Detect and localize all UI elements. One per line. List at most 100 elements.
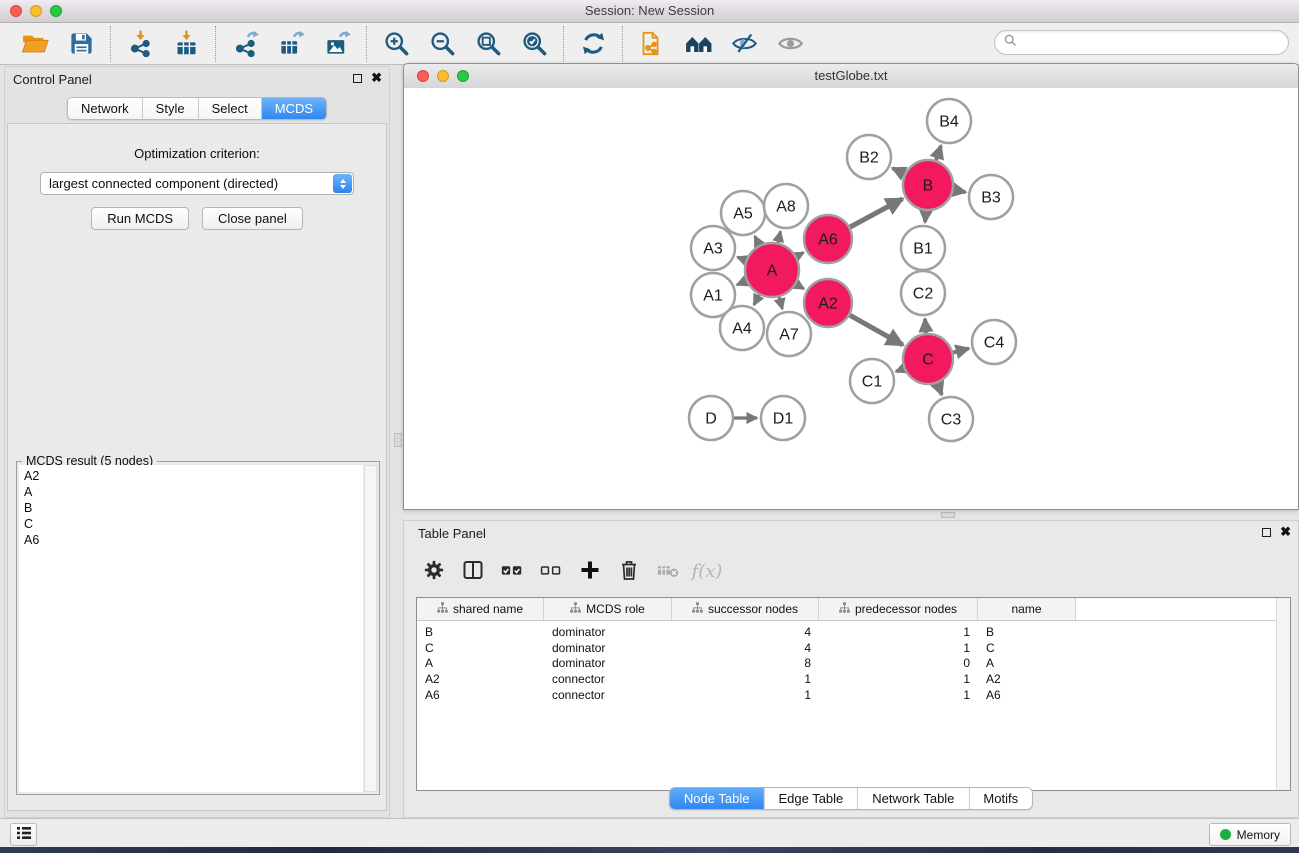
tab-node-table[interactable]: Node Table bbox=[670, 788, 764, 809]
open-folder-button[interactable] bbox=[15, 26, 55, 62]
optimization-criterion-select[interactable]: largest connected component (directed) bbox=[40, 172, 354, 195]
zoom-in-button[interactable] bbox=[376, 26, 416, 62]
graph-edge-A-A7[interactable] bbox=[779, 297, 782, 309]
float-panel-icon[interactable] bbox=[353, 74, 362, 83]
table-cell[interactable]: B bbox=[417, 625, 544, 639]
graph-edge-C-C4[interactable] bbox=[953, 348, 969, 352]
tab-network-table[interactable]: Network Table bbox=[857, 788, 968, 809]
graph-node-C1[interactable]: C1 bbox=[850, 359, 894, 403]
table-cell[interactable]: A bbox=[417, 656, 544, 670]
split-columns-button[interactable] bbox=[455, 554, 491, 588]
table-cell[interactable]: A6 bbox=[417, 688, 544, 702]
tab-motifs[interactable]: Motifs bbox=[968, 788, 1032, 809]
graph-node-A5[interactable]: A5 bbox=[721, 191, 765, 235]
graph-node-C4[interactable]: C4 bbox=[972, 320, 1016, 364]
net-close-button[interactable] bbox=[417, 70, 429, 82]
horizontal-splitter-handle[interactable] bbox=[941, 512, 955, 518]
close-panel-icon[interactable]: ✖ bbox=[371, 73, 382, 83]
table-close-panel-icon[interactable]: ✖ bbox=[1280, 527, 1291, 537]
zoom-button[interactable] bbox=[50, 5, 62, 17]
import-network-button[interactable] bbox=[120, 26, 160, 62]
column-header-shared-name[interactable]: shared name bbox=[417, 598, 544, 620]
tab-select[interactable]: Select bbox=[198, 98, 261, 119]
graph-node-A[interactable]: A bbox=[745, 243, 799, 297]
graph-edge-A2-C[interactable] bbox=[850, 315, 903, 345]
table-cell[interactable]: 1 bbox=[819, 641, 978, 655]
table-float-panel-icon[interactable] bbox=[1262, 528, 1271, 537]
zoom-fit-button[interactable] bbox=[468, 26, 508, 62]
table-cell[interactable]: B bbox=[978, 625, 1076, 639]
add-button[interactable] bbox=[572, 554, 608, 588]
task-history-button[interactable] bbox=[10, 823, 37, 846]
table-cell[interactable]: 1 bbox=[672, 672, 819, 686]
table-cell[interactable]: connector bbox=[544, 672, 672, 686]
table-cell[interactable]: C bbox=[978, 641, 1076, 655]
table-scrollbar[interactable] bbox=[1276, 598, 1290, 790]
table-cell[interactable]: dominator bbox=[544, 625, 672, 639]
graph-node-D1[interactable]: D1 bbox=[761, 396, 805, 440]
import-table-button[interactable] bbox=[166, 26, 206, 62]
graph-edge-C-C1[interactable] bbox=[896, 369, 904, 372]
table-cell[interactable]: connector bbox=[544, 688, 672, 702]
graph-edge-A-A8[interactable] bbox=[778, 231, 780, 242]
deselect-all-button[interactable] bbox=[533, 554, 569, 588]
graph-edge-C-C2[interactable] bbox=[925, 319, 926, 333]
zoom-selected-button[interactable] bbox=[514, 26, 554, 62]
select-all-button[interactable] bbox=[494, 554, 530, 588]
trash-button[interactable] bbox=[611, 554, 647, 588]
run-mcds-button[interactable]: Run MCDS bbox=[91, 207, 189, 230]
result-list-item[interactable]: B bbox=[19, 500, 363, 516]
doc-network-button[interactable] bbox=[632, 26, 672, 62]
table-cell[interactable]: dominator bbox=[544, 641, 672, 655]
result-list-item[interactable]: A6 bbox=[19, 532, 363, 548]
graph-node-B4[interactable]: B4 bbox=[927, 99, 971, 143]
tab-mcds[interactable]: MCDS bbox=[261, 98, 326, 119]
close-button[interactable] bbox=[10, 5, 22, 17]
column-header-successor-nodes[interactable]: successor nodes bbox=[672, 598, 819, 620]
close-panel-button[interactable]: Close panel bbox=[202, 207, 303, 230]
refresh-button[interactable] bbox=[573, 26, 613, 62]
network-canvas[interactable]: AA6A2BCA1A3A4A5A7A8B1B2B3B4C1C2C3C4DD1 bbox=[404, 88, 1298, 509]
graph-node-B[interactable]: B bbox=[903, 160, 953, 210]
graph-node-A8[interactable]: A8 bbox=[764, 184, 808, 228]
graph-edge-A-A1[interactable] bbox=[737, 281, 746, 285]
tab-edge-table[interactable]: Edge Table bbox=[763, 788, 857, 809]
table-cell[interactable]: C bbox=[417, 641, 544, 655]
result-list-item[interactable]: A bbox=[19, 484, 363, 500]
minimize-button[interactable] bbox=[30, 5, 42, 17]
table-cell[interactable]: 8 bbox=[672, 656, 819, 670]
graph-edge-A6-B[interactable] bbox=[850, 199, 902, 227]
result-list-item[interactable]: C bbox=[19, 516, 363, 532]
search-input[interactable] bbox=[1022, 34, 1279, 51]
table-cell[interactable]: A2 bbox=[417, 672, 544, 686]
tab-network[interactable]: Network bbox=[68, 98, 142, 119]
graph-edge-A-A6[interactable] bbox=[796, 253, 803, 257]
zoom-out-button[interactable] bbox=[422, 26, 462, 62]
table-cell[interactable]: 0 bbox=[819, 656, 978, 670]
vertical-splitter-handle[interactable] bbox=[394, 433, 402, 447]
table-cell[interactable]: 1 bbox=[819, 625, 978, 639]
result-list-item[interactable]: A2 bbox=[19, 468, 363, 484]
graph-edge-A-A3[interactable] bbox=[737, 257, 745, 260]
column-header-name[interactable]: name bbox=[978, 598, 1076, 620]
graph-edge-B-B1[interactable] bbox=[925, 211, 926, 222]
graph-node-B3[interactable]: B3 bbox=[969, 175, 1013, 219]
graph-edge-C-C3[interactable] bbox=[937, 383, 941, 394]
column-header-MCDS-role[interactable]: MCDS role bbox=[544, 598, 672, 620]
save-button[interactable] bbox=[61, 26, 101, 62]
graph-node-C2[interactable]: C2 bbox=[901, 271, 945, 315]
result-scrollbar[interactable] bbox=[364, 465, 377, 792]
graph-edge-B-B2[interactable] bbox=[892, 168, 904, 174]
graph-edge-A-A4[interactable] bbox=[754, 295, 759, 305]
graph-node-A6[interactable]: A6 bbox=[804, 215, 852, 263]
table-cell[interactable]: dominator bbox=[544, 656, 672, 670]
net-zoom-button[interactable] bbox=[457, 70, 469, 82]
graph-edge-B-B3[interactable] bbox=[954, 190, 966, 192]
export-image-button[interactable] bbox=[317, 26, 357, 62]
graph-node-C3[interactable]: C3 bbox=[929, 397, 973, 441]
graph-edge-A-A5[interactable] bbox=[755, 236, 760, 245]
table-cell[interactable]: 4 bbox=[672, 641, 819, 655]
table-cell[interactable]: 4 bbox=[672, 625, 819, 639]
graph-node-B2[interactable]: B2 bbox=[847, 135, 891, 179]
table-cell[interactable]: A6 bbox=[978, 688, 1076, 702]
